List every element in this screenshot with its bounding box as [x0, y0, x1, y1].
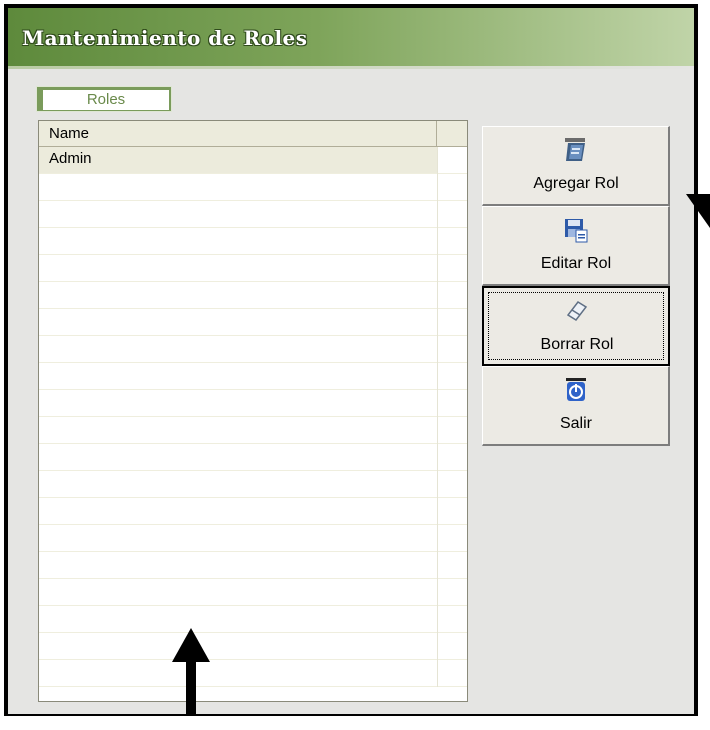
up-arrow-stem: [186, 660, 196, 716]
role-name-cell: [39, 201, 437, 227]
table-row[interactable]: [39, 174, 467, 201]
role-name-cell: [39, 498, 437, 524]
column-separator: [437, 471, 438, 498]
column-separator: [437, 201, 438, 228]
role-name-cell: [39, 471, 437, 497]
column-separator: [437, 282, 438, 309]
table-row[interactable]: [39, 525, 467, 552]
table-row[interactable]: [39, 336, 467, 363]
title-bar-divider: [8, 66, 694, 69]
tab-roles-label: Roles: [43, 90, 169, 110]
column-separator: [437, 336, 438, 363]
delete-role-label: Borrar Rol: [540, 336, 614, 353]
roles-grid[interactable]: Name Admin: [38, 120, 468, 702]
table-row[interactable]: [39, 417, 467, 444]
table-row[interactable]: [39, 579, 467, 606]
table-row[interactable]: [39, 606, 467, 633]
add-role-label: Agregar Rol: [533, 175, 619, 192]
column-separator: [437, 174, 438, 201]
role-name-cell: [39, 363, 437, 389]
column-separator: [437, 606, 438, 633]
add-role-button[interactable]: Agregar Rol: [482, 126, 670, 206]
column-separator: [437, 363, 438, 390]
tab-roles[interactable]: Roles: [36, 86, 172, 112]
column-separator: [437, 579, 438, 606]
table-row[interactable]: [39, 363, 467, 390]
role-name-cell: [39, 444, 437, 470]
table-row[interactable]: [39, 390, 467, 417]
save-edit-icon: [565, 219, 588, 243]
role-name-cell: [39, 309, 437, 335]
column-separator: [437, 147, 438, 174]
add-role-icon: [565, 138, 585, 161]
exit-icon: [566, 378, 586, 401]
grid-header: Name: [39, 121, 467, 147]
role-name-cell: [39, 174, 437, 200]
role-name-cell: [39, 606, 437, 632]
column-separator: [437, 390, 438, 417]
role-name-cell: [39, 336, 437, 362]
role-name-cell: [39, 633, 437, 659]
pointer-arrow-annotation: [686, 194, 710, 228]
table-row[interactable]: [39, 255, 467, 282]
table-row[interactable]: [39, 282, 467, 309]
column-header-name[interactable]: Name: [39, 121, 437, 146]
edit-role-button[interactable]: Editar Rol: [482, 206, 670, 286]
role-name-cell: [39, 417, 437, 443]
role-name-cell: [39, 282, 437, 308]
table-row[interactable]: [39, 444, 467, 471]
column-separator: [437, 228, 438, 255]
column-separator: [437, 633, 438, 660]
delete-role-button[interactable]: Borrar Rol: [482, 286, 670, 366]
column-separator: [437, 660, 438, 687]
role-name-cell: [39, 525, 437, 551]
window-title: Mantenimiento de Roles: [22, 26, 308, 50]
roles-window: Mantenimiento de Roles Roles Name Admin …: [8, 8, 694, 714]
eraser-icon: [566, 301, 588, 321]
table-row[interactable]: Admin: [39, 147, 467, 174]
column-separator: [437, 444, 438, 471]
table-row[interactable]: [39, 498, 467, 525]
role-name-cell: [39, 390, 437, 416]
title-bar[interactable]: Mantenimiento de Roles: [8, 8, 694, 66]
column-separator: [437, 552, 438, 579]
table-row[interactable]: [39, 633, 467, 660]
column-separator: [437, 309, 438, 336]
role-name-cell: [39, 579, 437, 605]
role-name-cell: [39, 660, 437, 686]
exit-label: Salir: [559, 415, 592, 432]
table-row[interactable]: [39, 228, 467, 255]
edit-role-label: Editar Rol: [540, 255, 612, 272]
role-name-cell: [39, 228, 437, 254]
exit-button[interactable]: Salir: [482, 366, 670, 446]
column-separator: [437, 417, 438, 444]
role-name-cell: [39, 552, 437, 578]
table-row[interactable]: [39, 552, 467, 579]
table-row[interactable]: [39, 660, 467, 687]
table-row[interactable]: [39, 471, 467, 498]
column-separator: [437, 498, 438, 525]
column-separator: [437, 255, 438, 282]
up-arrow-annotation: [172, 628, 210, 662]
role-name-cell: Admin: [39, 147, 437, 173]
table-row[interactable]: [39, 309, 467, 336]
role-name-cell: [39, 255, 437, 281]
table-row[interactable]: [39, 201, 467, 228]
column-separator: [437, 525, 438, 552]
grid-rows: Admin: [39, 147, 467, 687]
